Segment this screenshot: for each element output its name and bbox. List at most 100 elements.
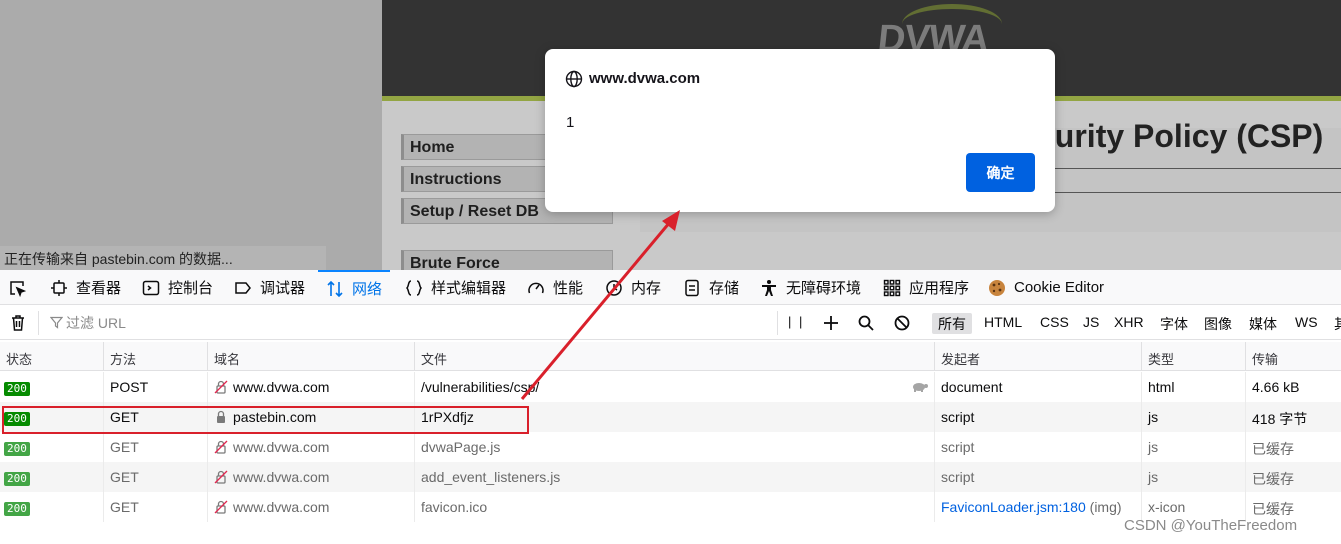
transfer-cell: 4.66 kB (1245, 372, 1341, 402)
devtools-toolbar: 查看器 控制台 调试器 网络 样式编辑器 性能 内存 存储 无障碍环境 应用程序… (0, 270, 1341, 305)
type-cell: html (1141, 372, 1245, 402)
filter-url-input[interactable] (66, 312, 766, 334)
table-row[interactable]: 200 POST www.dvwa.com /vulnerabilities/c… (0, 372, 1341, 402)
initiator-suffix: (img) (1085, 499, 1122, 515)
filter-other[interactable]: 其 (1328, 313, 1341, 334)
tab-storage[interactable]: 存储 (683, 270, 739, 305)
ok-button[interactable]: 确定 (966, 153, 1035, 192)
domain-text: www.dvwa.com (233, 499, 330, 515)
tab-cookie-editor[interactable]: Cookie Editor (988, 270, 1104, 305)
domain-text: www.dvwa.com (233, 439, 330, 455)
block-icon[interactable] (893, 314, 911, 332)
filter-images[interactable]: 图像 (1198, 313, 1238, 334)
domain-cell: www.dvwa.com (207, 462, 414, 492)
status-cell: 200 (0, 462, 103, 492)
tab-style-editor[interactable]: 样式编辑器 (405, 270, 506, 305)
column-header-type[interactable]: 类型 (1141, 342, 1245, 371)
domain-cell: www.dvwa.com (207, 372, 414, 402)
insecure-lock-icon (214, 380, 228, 394)
tab-debugger[interactable]: 调试器 (234, 270, 305, 305)
tab-label: 性能 (553, 280, 584, 297)
type-cell: js (1141, 432, 1245, 462)
domain-text: www.dvwa.com (233, 469, 330, 485)
network-icon (327, 280, 343, 297)
method-cell: POST (103, 372, 207, 402)
tab-inspector[interactable]: 查看器 (50, 270, 121, 305)
alert-dialog: www.dvwa.com 1 确定 (545, 49, 1055, 212)
search-icon[interactable] (857, 314, 875, 332)
tab-performance[interactable]: 性能 (527, 270, 583, 305)
divider (777, 311, 778, 335)
inspector-icon (51, 279, 67, 296)
type-cell: js (1141, 462, 1245, 492)
insecure-lock-icon (214, 500, 228, 514)
type-cell: js (1141, 402, 1245, 432)
status-badge: 200 (4, 442, 30, 456)
tab-network[interactable]: 网络 (318, 270, 391, 305)
table-row[interactable]: 200 GET www.dvwa.com add_event_listeners… (0, 462, 1341, 492)
divider (38, 311, 39, 335)
page-title: curity Policy (CSP) (1037, 118, 1324, 154)
filter-html[interactable]: HTML (978, 313, 1028, 334)
method-cell: GET (103, 492, 207, 522)
trash-icon[interactable] (9, 314, 27, 332)
status-cell: 200 (0, 372, 103, 402)
filter-icon (50, 316, 63, 329)
console-icon (142, 280, 160, 295)
plus-icon[interactable] (822, 314, 840, 332)
accessibility-icon (762, 279, 776, 296)
element-picker-icon (10, 280, 26, 297)
file-cell: dvwaPage.js (414, 432, 934, 462)
menu-item-brute-force[interactable]: Brute Force (401, 250, 613, 270)
filter-css[interactable]: CSS (1034, 313, 1075, 334)
table-row[interactable]: 200 GET www.dvwa.com dvwaPage.js script … (0, 432, 1341, 462)
tab-label: 控制台 (168, 280, 214, 297)
file-cell: add_event_listeners.js (414, 462, 934, 492)
tab-label: 调试器 (260, 280, 306, 297)
initiator-cell: document (934, 372, 1141, 402)
initiator-cell: script (934, 432, 1141, 462)
tab-application[interactable]: 应用程序 (883, 270, 969, 305)
title-rule-bottom (1038, 192, 1341, 193)
dialog-message: 1 (566, 114, 575, 131)
column-header-method[interactable]: 方法 (103, 342, 207, 371)
dialog-origin: www.dvwa.com (589, 70, 701, 87)
tab-label: 无障碍环境 (786, 280, 862, 297)
file-cell: favicon.ico (414, 492, 934, 522)
filter-xhr[interactable]: XHR (1108, 313, 1150, 334)
column-header-transfer[interactable]: 传输 (1245, 342, 1341, 371)
tab-label: 样式编辑器 (431, 280, 507, 297)
filter-ws[interactable]: WS (1289, 313, 1324, 334)
domain-cell: www.dvwa.com (207, 492, 414, 522)
filter-js[interactable]: JS (1077, 313, 1105, 334)
method-cell: GET (103, 432, 207, 462)
annotation-highlight-box (2, 406, 529, 434)
column-header-initiator[interactable]: 发起者 (934, 342, 1141, 371)
initiator-cell: script (934, 462, 1141, 492)
style-editor-icon (405, 279, 423, 296)
tab-accessibility[interactable]: 无障碍环境 (760, 270, 861, 305)
status-cell: 200 (0, 432, 103, 462)
tab-label: 内存 (631, 280, 662, 297)
element-picker-button[interactable] (8, 270, 34, 305)
column-header-file[interactable]: 文件 (414, 342, 934, 371)
filter-media[interactable]: 媒体 (1243, 313, 1283, 334)
tab-memory[interactable]: 内存 (605, 270, 661, 305)
debugger-icon (235, 281, 251, 294)
status-badge: 200 (4, 502, 30, 516)
pause-button[interactable]: | | (782, 313, 810, 334)
watermark: CSDN @YouTheFreedom (1124, 517, 1298, 534)
memory-icon (606, 279, 622, 296)
status-badge: 200 (4, 382, 30, 396)
initiator-link[interactable]: FaviconLoader.jsm:180 (941, 499, 1086, 515)
filter-all[interactable]: 所有 (932, 313, 972, 334)
column-header-domain[interactable]: 域名 (207, 342, 414, 371)
tab-console[interactable]: 控制台 (142, 270, 213, 305)
method-cell: GET (103, 462, 207, 492)
tab-label: 网络 (352, 281, 383, 298)
filter-fonts[interactable]: 字体 (1154, 313, 1194, 334)
cookie-icon (989, 279, 1005, 296)
column-header-status[interactable]: 状态 (0, 342, 103, 371)
status-badge: 200 (4, 472, 30, 486)
loading-status-text: 正在传输来自 pastebin.com 的数据... (0, 246, 326, 270)
